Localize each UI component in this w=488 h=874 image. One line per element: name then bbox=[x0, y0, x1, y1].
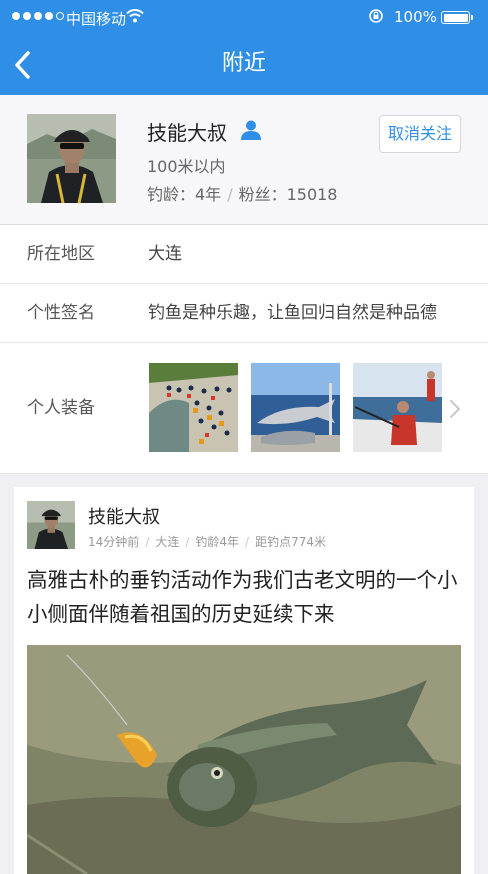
chevron-right-icon bbox=[449, 399, 461, 423]
user-icon bbox=[240, 120, 262, 144]
profile-distance: 100米以内 bbox=[147, 157, 226, 176]
rotation-lock-icon bbox=[368, 8, 384, 28]
post-meta: 14分钟前 / 大连 / 钓龄4年 / 距钓点774米 bbox=[88, 533, 326, 550]
signature-row: 个性签名 钓鱼是种乐趣，让鱼回归自然是种品德 bbox=[0, 284, 488, 343]
profile-stats: 钓龄：4年 / 粉丝：15018 bbox=[147, 181, 337, 205]
signature-value: 钓鱼是种乐趣，让鱼回归自然是种品德 bbox=[148, 303, 437, 323]
region-row: 所在地区 大连 bbox=[0, 225, 488, 284]
region-label: 所在地区 bbox=[27, 244, 95, 264]
battery-percent: 100% bbox=[394, 8, 437, 26]
divider: / bbox=[227, 185, 233, 204]
profile-header: 技能大叔 100米以内 钓龄：4年 / 粉丝：15018 取消关注 bbox=[0, 95, 488, 225]
fishing-age: 钓龄：4年 bbox=[147, 185, 222, 204]
post-text: 高雅古朴的垂钓活动作为我们古老文明的一个小小侧面伴随着祖国的历史延续下来 bbox=[27, 568, 458, 626]
signal-icon bbox=[12, 12, 64, 20]
carrier-label: 中国移动 bbox=[66, 10, 127, 28]
status-bar: 中国移动 100% bbox=[0, 0, 488, 34]
post-location: 大连 bbox=[155, 535, 180, 549]
profile-name: 技能大叔 bbox=[147, 121, 227, 145]
fans-count: 粉丝：15018 bbox=[238, 185, 338, 204]
divider: / bbox=[245, 535, 250, 549]
post-photo-fish[interactable] bbox=[27, 645, 461, 874]
battery-icon bbox=[441, 11, 470, 24]
unfollow-button[interactable]: 取消关注 bbox=[379, 115, 461, 153]
avatar[interactable] bbox=[27, 114, 116, 203]
top-bar: 中国移动 100% 附近 bbox=[0, 0, 488, 95]
divider: / bbox=[145, 535, 150, 549]
post-author[interactable]: 技能大叔 bbox=[88, 503, 160, 529]
battery-nub bbox=[471, 15, 473, 20]
equipment-photo-shark[interactable] bbox=[251, 363, 340, 452]
post-fishing-age: 钓龄4年 bbox=[195, 535, 240, 549]
equipment-row[interactable]: 个人装备 bbox=[0, 343, 488, 474]
wifi-icon bbox=[126, 8, 144, 28]
post-distance: 距钓点774米 bbox=[255, 535, 326, 549]
signature-label: 个性签名 bbox=[27, 303, 95, 323]
info-list: 所在地区 大连 个性签名 钓鱼是种乐趣，让鱼回归自然是种品德 个人装备 bbox=[0, 225, 488, 474]
divider: / bbox=[185, 535, 190, 549]
page-title: 附近 bbox=[221, 51, 266, 76]
post-avatar[interactable] bbox=[27, 501, 75, 549]
post-card[interactable]: 技能大叔 14分钟前 / 大连 / 钓龄4年 / 距钓点774米 高雅古朴的垂钓活动作为我们… bbox=[14, 487, 474, 874]
equipment-photo-boat[interactable] bbox=[353, 363, 442, 452]
post-time: 14分钟前 bbox=[88, 535, 140, 549]
equipment-label: 个人装备 bbox=[27, 398, 95, 418]
region-value: 大连 bbox=[148, 244, 182, 264]
equipment-photo-crowd[interactable] bbox=[149, 363, 238, 452]
